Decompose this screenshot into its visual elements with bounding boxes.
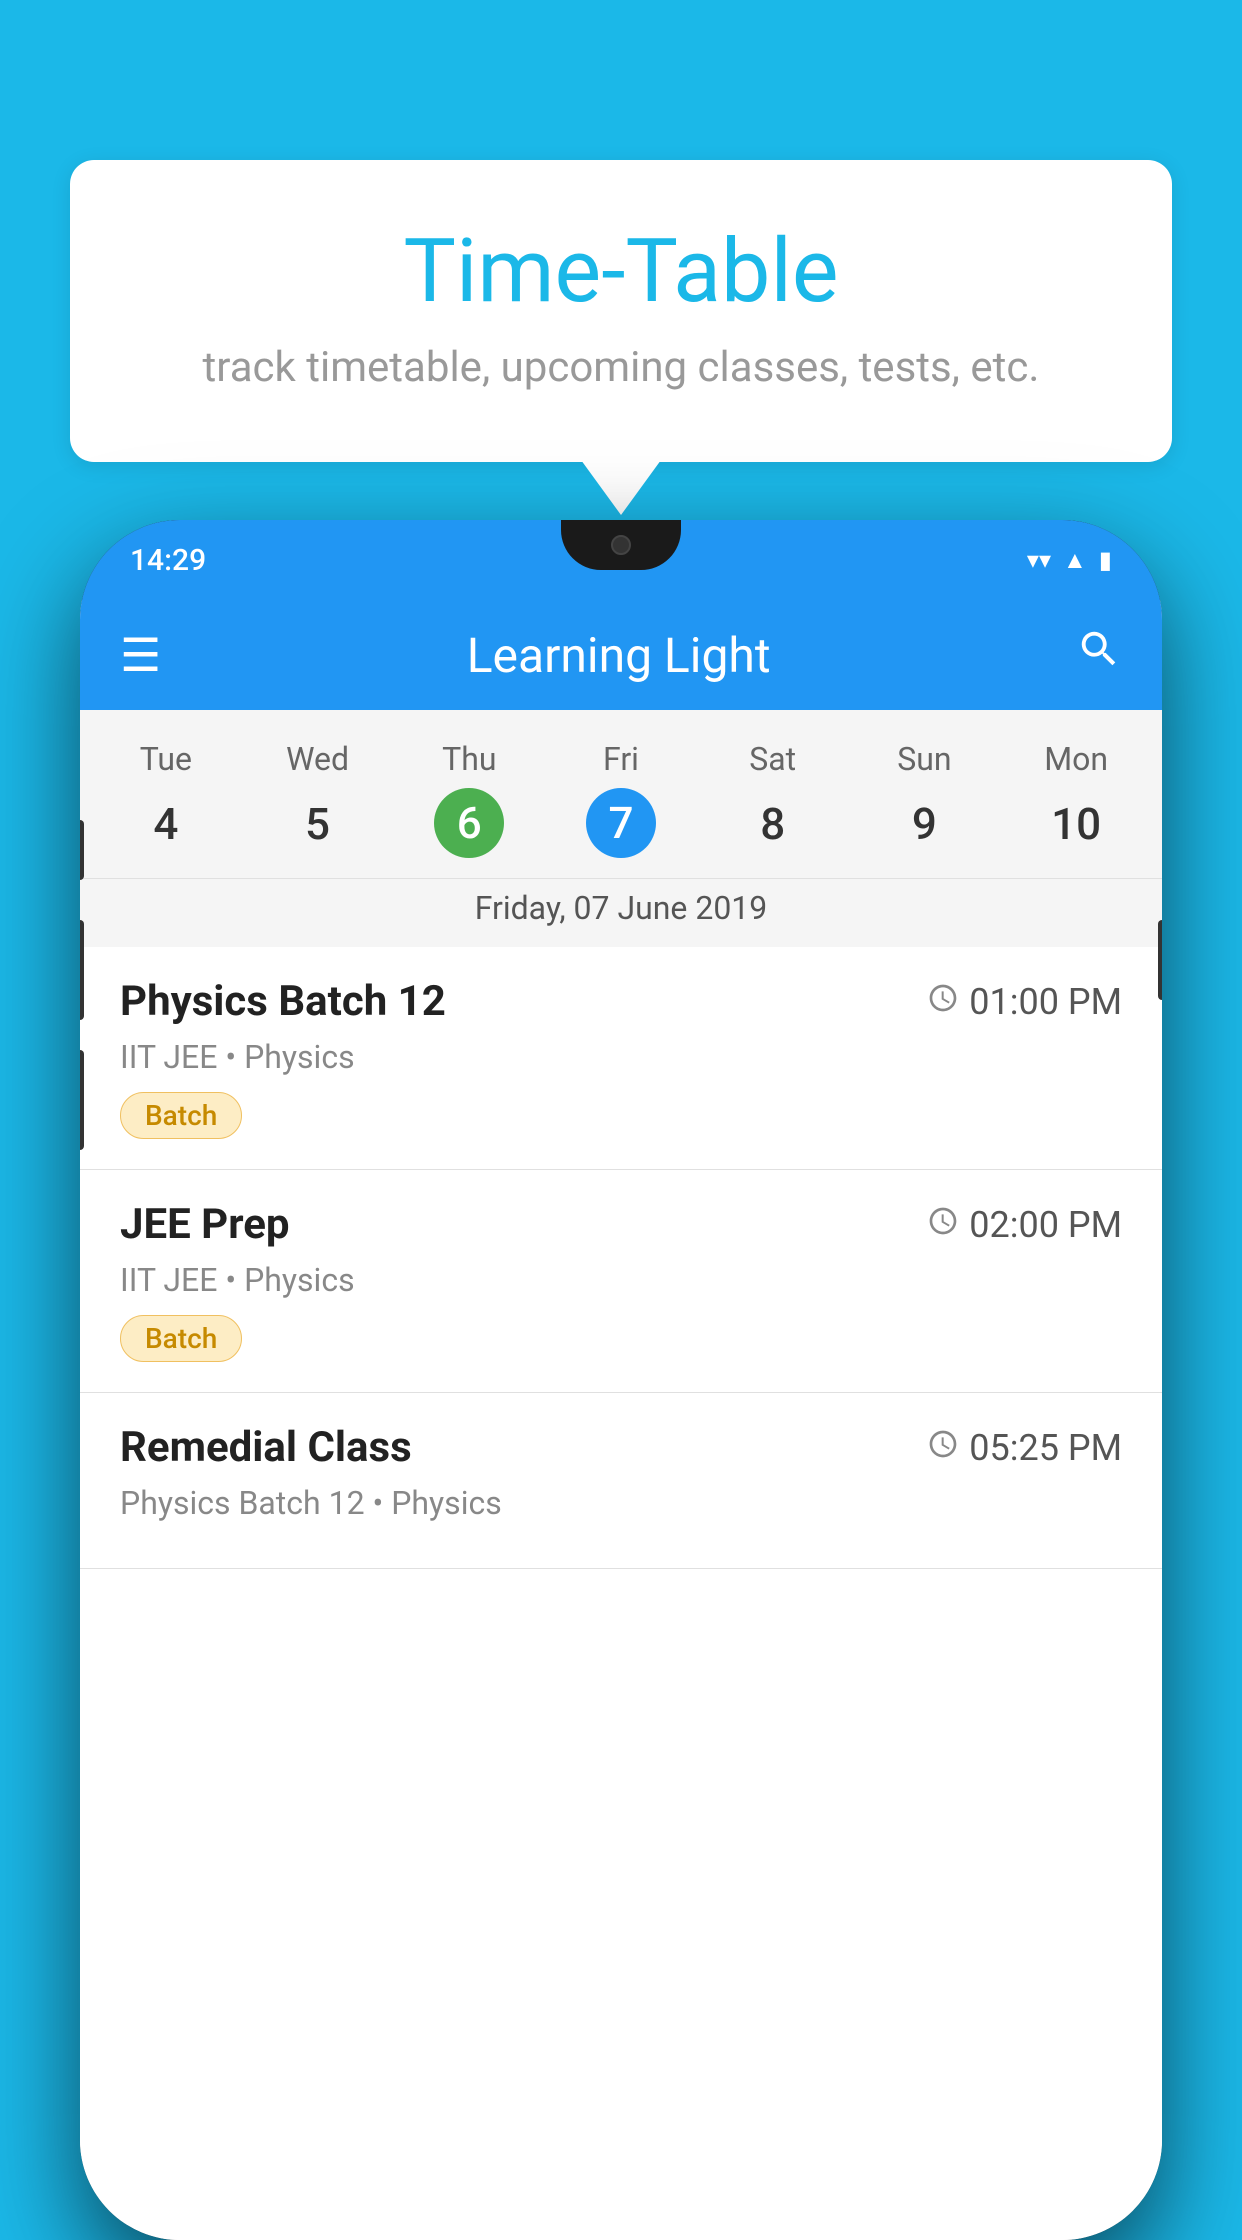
schedule-subtitle-2: IIT JEE • Physics <box>120 1261 1122 1299</box>
calendar-strip: Tue Wed Thu Fri Sat Sun Mon 4 5 6 7 8 9 … <box>80 710 1162 947</box>
toolbar-title: Learning Light <box>467 627 771 684</box>
day-numbers: 4 5 6 7 8 9 10 <box>80 788 1162 878</box>
schedule-item-time-2: 02:00 PM <box>927 1204 1122 1246</box>
day-label-sun: Sun <box>849 730 1001 788</box>
day-5[interactable]: 5 <box>242 788 394 878</box>
speech-bubble-subtitle: track timetable, upcoming classes, tests… <box>150 343 1092 392</box>
wifi-icon: ▾▾ <box>1027 546 1051 574</box>
day-label-mon: Mon <box>1000 730 1152 788</box>
schedule-list: Physics Batch 12 01:00 PM IIT JEE • Phys… <box>80 947 1162 2240</box>
day-label-sat: Sat <box>697 730 849 788</box>
time-value-3: 05:25 PM <box>969 1427 1122 1469</box>
volume-down-button[interactable] <box>80 1050 84 1150</box>
schedule-subtitle-3: Physics Batch 12 • Physics <box>120 1484 1122 1522</box>
camera <box>611 535 631 555</box>
volume-up-button[interactable] <box>80 920 84 1020</box>
schedule-subtitle-1: IIT JEE • Physics <box>120 1038 1122 1076</box>
volume-silent-button[interactable] <box>80 820 84 880</box>
schedule-item-jee-prep[interactable]: JEE Prep 02:00 PM IIT JEE • Physics Batc… <box>80 1170 1162 1393</box>
day-10[interactable]: 10 <box>1000 788 1152 878</box>
status-time: 14:29 <box>130 543 206 578</box>
power-button[interactable] <box>1158 920 1162 1000</box>
schedule-item-time-1: 01:00 PM <box>927 981 1122 1023</box>
day-9[interactable]: 9 <box>849 788 1001 878</box>
status-bar: 14:29 ▾▾ ▲ ▮ <box>80 520 1162 600</box>
schedule-item-title-1: Physics Batch 12 <box>120 977 446 1026</box>
clock-icon-1 <box>927 981 959 1023</box>
schedule-item-physics-batch[interactable]: Physics Batch 12 01:00 PM IIT JEE • Phys… <box>80 947 1162 1170</box>
speech-bubble-pointer <box>581 460 661 515</box>
schedule-item-row3: Remedial Class 05:25 PM <box>120 1423 1122 1472</box>
speech-bubble-container: Time-Table track timetable, upcoming cla… <box>70 160 1172 515</box>
menu-icon[interactable]: ☰ <box>120 628 161 683</box>
speech-bubble: Time-Table track timetable, upcoming cla… <box>70 160 1172 462</box>
schedule-item-row2: JEE Prep 02:00 PM <box>120 1200 1122 1249</box>
clock-icon-2 <box>927 1204 959 1246</box>
day-8[interactable]: 8 <box>697 788 849 878</box>
schedule-item-row1: Physics Batch 12 01:00 PM <box>120 977 1122 1026</box>
clock-icon-3 <box>927 1427 959 1469</box>
schedule-item-time-3: 05:25 PM <box>927 1427 1122 1469</box>
batch-badge-1: Batch <box>120 1092 242 1139</box>
phone-screen: ☰ Learning Light Tue Wed Thu Fri Sat Sun… <box>80 600 1162 2240</box>
schedule-item-title-3: Remedial Class <box>120 1423 412 1472</box>
day-labels: Tue Wed Thu Fri Sat Sun Mon <box>80 730 1162 788</box>
search-icon[interactable] <box>1076 626 1122 684</box>
time-value-2: 02:00 PM <box>969 1204 1122 1246</box>
day-label-thu: Thu <box>393 730 545 788</box>
phone-frame: 14:29 ▾▾ ▲ ▮ ☰ Learning Light Tue Wed <box>80 520 1162 2240</box>
battery-icon: ▮ <box>1099 546 1112 574</box>
schedule-item-title-2: JEE Prep <box>120 1200 290 1249</box>
day-7-selected[interactable]: 7 <box>586 788 656 858</box>
app-toolbar: ☰ Learning Light <box>80 600 1162 710</box>
day-label-tue: Tue <box>90 730 242 788</box>
selected-date-label: Friday, 07 June 2019 <box>80 878 1162 947</box>
day-6-today[interactable]: 6 <box>434 788 504 858</box>
day-label-wed: Wed <box>242 730 394 788</box>
schedule-item-remedial[interactable]: Remedial Class 05:25 PM Physics Batch 12… <box>80 1393 1162 1569</box>
day-4[interactable]: 4 <box>90 788 242 878</box>
time-value-1: 01:00 PM <box>969 981 1122 1023</box>
status-icons: ▾▾ ▲ ▮ <box>1027 546 1112 575</box>
speech-bubble-title: Time-Table <box>150 220 1092 323</box>
notch <box>561 520 681 570</box>
batch-badge-2: Batch <box>120 1315 242 1362</box>
day-label-fri: Fri <box>545 730 697 788</box>
signal-icon: ▲ <box>1063 546 1087 575</box>
